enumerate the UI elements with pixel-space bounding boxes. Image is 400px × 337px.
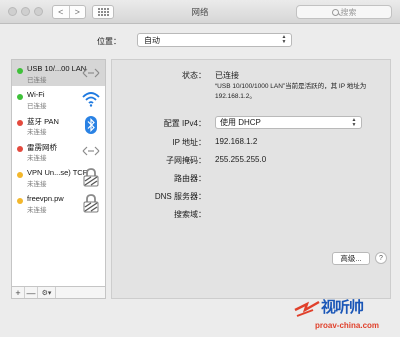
help-button[interactable]: ? xyxy=(375,252,387,264)
service-status: 已连接 xyxy=(27,103,47,110)
service-list: USB 10/...00 LAN 已连接 Wi-Fi 已连接 蓝牙 PAN 未连… xyxy=(11,59,106,299)
vpn-lock-icon xyxy=(83,168,99,187)
watermark-text: 视听帅 xyxy=(321,298,364,316)
location-popup[interactable]: 自动 ▲ ▼ xyxy=(137,33,292,47)
ip-address-label: IP 地址： xyxy=(172,138,206,147)
updown-arrows-icon: ▲ ▼ xyxy=(281,34,287,45)
service-name: Wi-Fi xyxy=(27,90,45,99)
service-item-bluetooth-pan[interactable]: 蓝牙 PAN 未连接 xyxy=(12,112,105,138)
add-service-button[interactable]: + xyxy=(12,287,25,298)
service-item-wifi[interactable]: Wi-Fi 已连接 xyxy=(12,86,105,112)
service-actions-gear-button[interactable]: ⚙▾ xyxy=(38,287,56,298)
service-item-vpn-tcp[interactable]: VPN Un...se) TCP 未连接 xyxy=(12,164,105,190)
service-name: freevpn.pw xyxy=(27,194,64,203)
ip-address-value: 192.168.1.2 xyxy=(215,137,258,146)
network-preferences-window: < > 网络 搜索 位置： 自动 ▲ ▼ USB 10/...00 LAN 已连接 xyxy=(0,0,400,337)
updown-arrows-icon: ▲ ▼ xyxy=(351,117,357,128)
service-item-thunderbolt-bridge[interactable]: 雷雳网桥 未连接 xyxy=(12,138,105,164)
status-dot xyxy=(17,172,23,178)
vpn-lock-icon xyxy=(83,194,99,213)
wifi-icon xyxy=(82,92,100,107)
status-dot xyxy=(17,68,23,74)
status-value: 已连接 xyxy=(215,71,239,80)
watermark-url: proav-china.com xyxy=(315,321,380,330)
search-field[interactable]: 搜索 xyxy=(296,5,392,19)
status-dot xyxy=(17,94,23,100)
service-list-toolbar: + — ⚙▾ xyxy=(11,286,106,299)
advanced-button[interactable]: 高级... xyxy=(332,252,370,265)
service-item-usb-lan[interactable]: USB 10/...00 LAN 已连接 xyxy=(12,60,105,86)
status-label: 状态： xyxy=(182,71,206,80)
status-dot xyxy=(17,120,23,126)
service-status: 已连接 xyxy=(27,77,47,84)
service-status: 未连接 xyxy=(27,155,47,162)
configure-ipv4-label: 配置 IPv4： xyxy=(163,119,206,128)
router-label: 路由器： xyxy=(174,174,206,183)
remove-service-button[interactable]: — xyxy=(25,287,38,298)
service-status: 未连接 xyxy=(27,129,47,136)
service-status: 未连接 xyxy=(27,181,47,188)
service-item-freevpn[interactable]: freevpn.pw 未连接 xyxy=(12,190,105,216)
ethernet-icon xyxy=(82,68,100,78)
search-icon xyxy=(331,8,339,16)
watermark-swoosh-icon xyxy=(294,300,320,317)
watermark-logo: 视听帅 proav-china.com xyxy=(291,296,397,336)
status-dot xyxy=(17,198,23,204)
dns-servers-label: DNS 服务器： xyxy=(154,192,206,201)
service-name: USB 10/...00 LAN xyxy=(27,64,87,73)
status-dot xyxy=(17,146,23,152)
location-value: 自动 xyxy=(144,35,160,45)
status-description: “USB 10/100/1000 LAN”当前是活跃的，其 IP 地址为 192… xyxy=(215,83,367,100)
location-label: 位置： xyxy=(97,37,121,46)
configure-ipv4-value: 使用 DHCP xyxy=(220,118,261,127)
search-domains-label: 搜索域： xyxy=(174,210,206,219)
service-status: 未连接 xyxy=(27,207,47,214)
subnet-mask-value: 255.255.255.0 xyxy=(215,155,267,164)
title-bar: < > 网络 搜索 xyxy=(0,0,400,24)
thunderbolt-ethernet-icon xyxy=(82,146,100,156)
subnet-mask-label: 子网掩码： xyxy=(166,156,206,165)
configure-ipv4-popup[interactable]: 使用 DHCP ▲ ▼ xyxy=(215,116,362,129)
search-placeholder: 搜索 xyxy=(340,7,357,17)
bluetooth-icon xyxy=(85,116,97,134)
service-name: VPN Un...se) TCP xyxy=(27,168,88,177)
